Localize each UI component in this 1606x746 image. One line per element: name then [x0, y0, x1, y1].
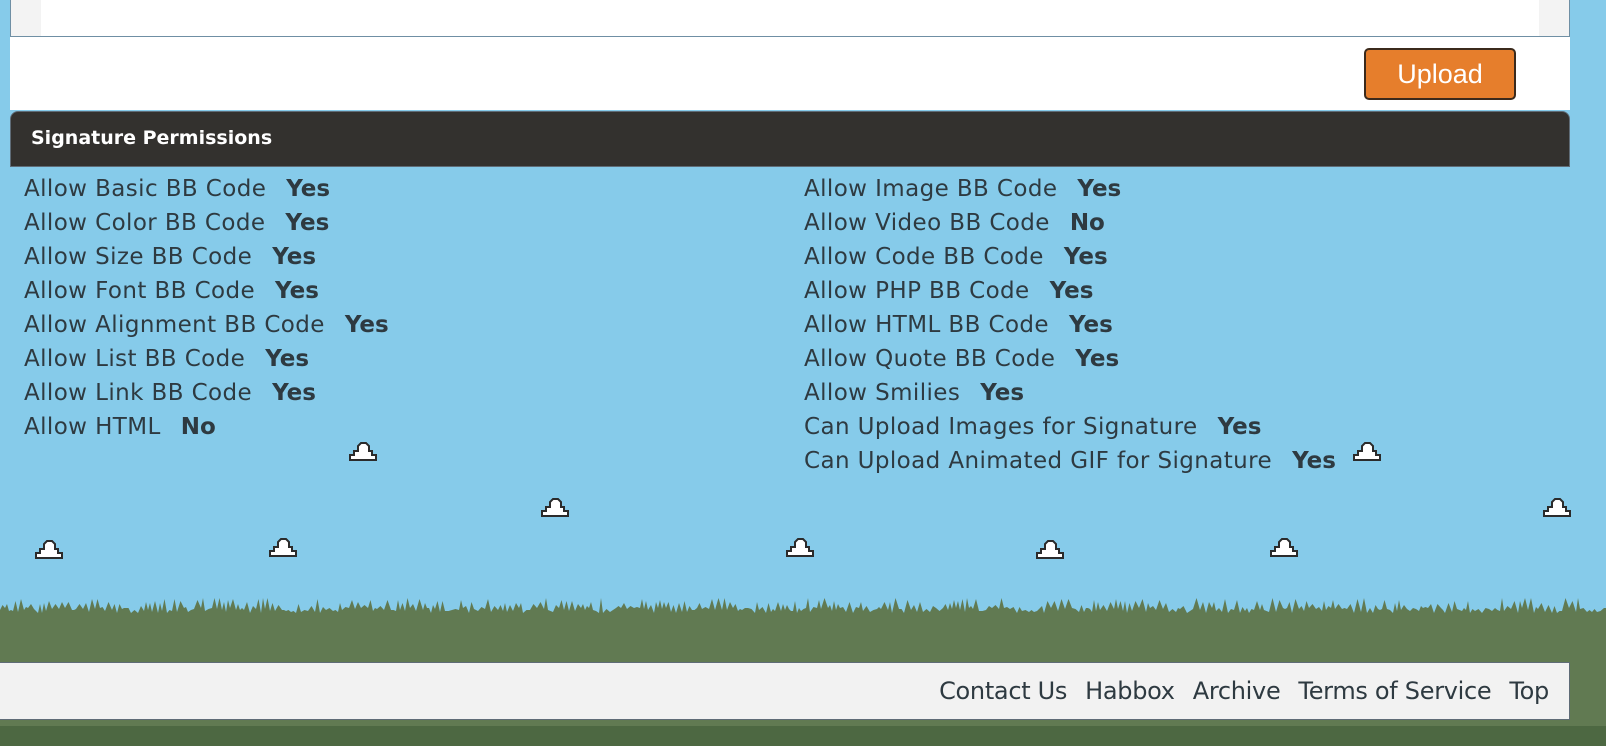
footer-link-top[interactable]: Top [1509, 677, 1549, 705]
permission-value: No [1069, 210, 1105, 236]
cloud-icon [1036, 540, 1064, 559]
permission-value: Yes [1063, 244, 1108, 270]
permission-row: Allow Alignment BB Code Yes [24, 308, 389, 342]
permission-row: Allow Basic BB Code Yes [24, 172, 389, 206]
permission-label: Allow Basic BB Code [24, 176, 267, 202]
permission-value: Yes [1217, 414, 1262, 440]
section-title: Signature Permissions [31, 127, 273, 149]
permission-value: Yes [1049, 278, 1094, 304]
permission-value: Yes [272, 380, 316, 406]
permission-value: Yes [285, 210, 330, 236]
permission-label: Allow HTML [24, 414, 161, 440]
permission-row: Can Upload Images for Signature Yes [804, 410, 1336, 444]
footer-links: Contact Us Habbox Archive Terms of Servi… [939, 677, 1549, 705]
cloud-icon [786, 538, 814, 557]
textarea-right-gutter [1539, 0, 1569, 36]
permission-label: Allow HTML BB Code [804, 312, 1049, 338]
permission-value: Yes [272, 244, 317, 270]
permission-label: Allow Smilies [804, 380, 961, 406]
cloud-icon [1270, 538, 1298, 557]
permissions-list-right: Allow Image BB Code Yes Allow Video BB Co… [804, 172, 1336, 478]
permission-value: Yes [1075, 346, 1120, 372]
permission-value: Yes [1068, 312, 1113, 338]
cloud-icon [349, 442, 377, 461]
permission-row: Allow Code BB Code Yes [804, 240, 1336, 274]
permission-row: Can Upload Animated GIF for Signature Yes [804, 444, 1336, 478]
permission-row: Allow Color BB Code Yes [24, 206, 389, 240]
permission-label: Allow Quote BB Code [804, 346, 1056, 372]
signature-permissions-header: Signature Permissions [10, 111, 1570, 167]
footer-link-habbox[interactable]: Habbox [1085, 677, 1175, 705]
permission-label: Allow Link BB Code [24, 380, 253, 406]
permission-label: Allow Video BB Code [804, 210, 1050, 236]
permission-row: Allow Link BB Code Yes [24, 376, 389, 410]
permissions-list-left: Allow Basic BB Code Yes Allow Color BB Co… [24, 172, 389, 444]
permission-label: Allow PHP BB Code [804, 278, 1030, 304]
permission-row: Allow HTML BB Code Yes [804, 308, 1336, 342]
permission-row: Allow Font BB Code Yes [24, 274, 389, 308]
permission-value: Yes [265, 346, 310, 372]
permission-label: Allow List BB Code [24, 346, 246, 372]
permission-row: Allow Video BB Code No [804, 206, 1336, 240]
footer-link-contact-us[interactable]: Contact Us [939, 677, 1067, 705]
permission-label: Allow Size BB Code [24, 244, 253, 270]
permission-value: Yes [1077, 176, 1122, 202]
permission-label: Allow Image BB Code [804, 176, 1058, 202]
cloud-icon [35, 540, 63, 559]
permission-label: Allow Alignment BB Code [24, 312, 325, 338]
footer-bar: Contact Us Habbox Archive Terms of Servi… [0, 662, 1570, 720]
permission-label: Can Upload Animated GIF for Signature [804, 448, 1273, 474]
cloud-icon [269, 538, 297, 557]
permission-row: Allow HTML No [24, 410, 389, 444]
permission-label: Allow Color BB Code [24, 210, 266, 236]
cloud-icon [1353, 442, 1381, 461]
cloud-icon [541, 498, 569, 517]
permission-row: Allow Size BB Code Yes [24, 240, 389, 274]
permission-value: Yes [286, 176, 331, 202]
footer-link-archive[interactable]: Archive [1193, 677, 1281, 705]
permission-row: Allow List BB Code Yes [24, 342, 389, 376]
permission-label: Can Upload Images for Signature [804, 414, 1198, 440]
permission-row: Allow Smilies Yes [804, 376, 1336, 410]
permission-label: Allow Font BB Code [24, 278, 256, 304]
permission-row: Allow PHP BB Code Yes [804, 274, 1336, 308]
permission-row: Allow Quote BB Code Yes [804, 342, 1336, 376]
textarea-left-gutter [11, 0, 41, 36]
permission-label: Allow Code BB Code [804, 244, 1044, 270]
permission-value: Yes [980, 380, 1025, 406]
upload-button[interactable]: Upload [1364, 48, 1516, 100]
permission-value: Yes [1292, 448, 1336, 474]
permission-row: Allow Image BB Code Yes [804, 172, 1336, 206]
upload-panel: Upload [10, 0, 1570, 110]
cloud-icon [1543, 498, 1571, 517]
permission-value: Yes [275, 278, 319, 304]
signature-textarea[interactable] [10, 0, 1570, 37]
footer-link-terms-of-service[interactable]: Terms of Service [1298, 677, 1491, 705]
permission-value: No [180, 414, 216, 440]
permission-value: Yes [344, 312, 389, 338]
